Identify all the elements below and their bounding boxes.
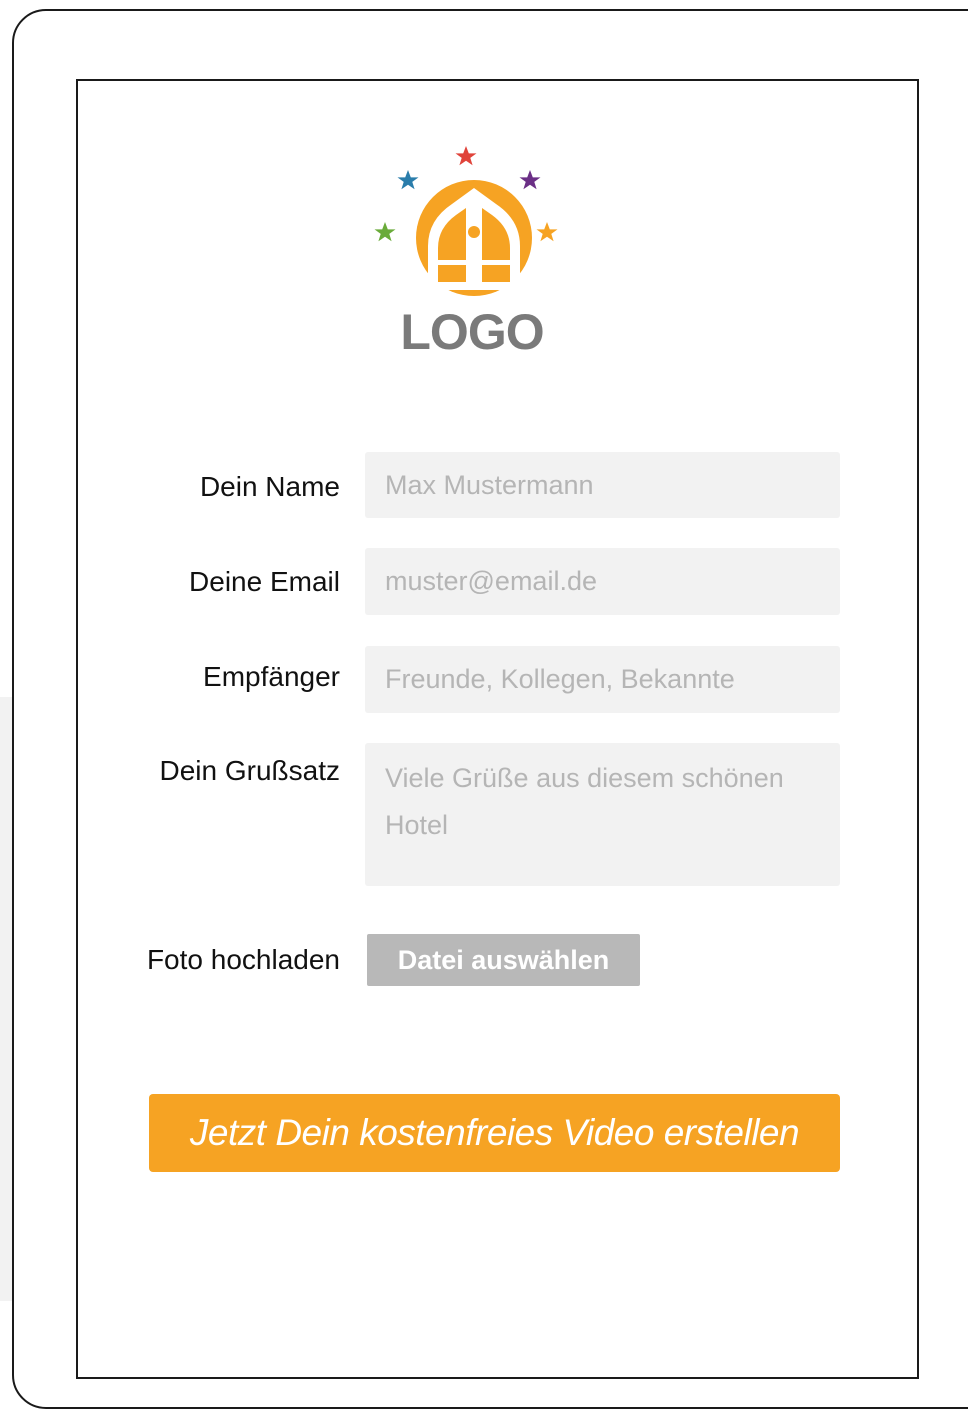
- recipient-input[interactable]: [365, 646, 840, 713]
- star-blue-icon: [397, 170, 419, 190]
- create-video-button[interactable]: Jetzt Dein kostenfreies Video erstellen: [149, 1094, 840, 1172]
- choose-file-button-label: Datei auswählen: [397, 944, 610, 975]
- star-orange-icon: [536, 222, 558, 242]
- photo-label: Foto hochladen: [146, 944, 340, 975]
- email-input[interactable]: [365, 548, 840, 615]
- house-dot: [468, 226, 480, 238]
- greeting-label: Dein Grußsatz: [159, 755, 341, 786]
- greeting-textarea[interactable]: [365, 743, 840, 886]
- star-green-icon: [374, 222, 396, 242]
- logo: LOGO: [370, 142, 570, 362]
- create-video-button-label: Jetzt Dein kostenfreies Video erstellen: [189, 1112, 800, 1153]
- star-red-icon: [455, 146, 477, 166]
- name-label: Dein Name: [199, 471, 340, 502]
- name-input[interactable]: [365, 452, 840, 518]
- house-divider: [438, 260, 510, 265]
- star-purple-icon: [519, 170, 541, 190]
- email-label: Deine Email: [189, 566, 340, 597]
- choose-file-button[interactable]: Datei auswählen: [367, 934, 640, 986]
- logo-text: LOGO: [400, 304, 544, 360]
- recipient-label: Empfänger: [203, 661, 340, 692]
- hotel-house-with-stars-icon: [374, 146, 558, 296]
